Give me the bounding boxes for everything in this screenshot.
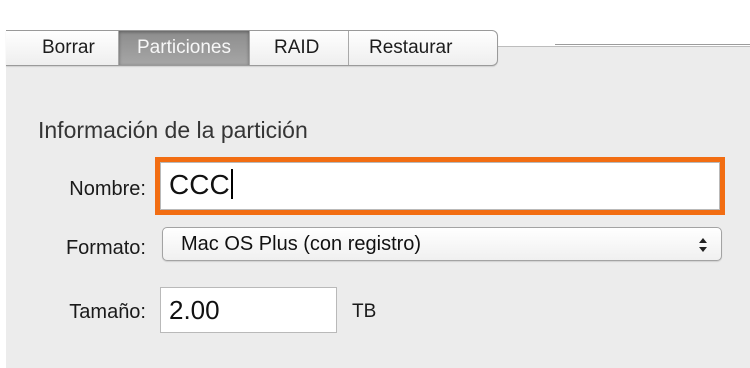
name-value: CCC — [169, 169, 230, 200]
text-caret — [230, 169, 233, 199]
disk-utility-partition-window: Borrar Particiones RAID Restaurar Inform… — [0, 0, 750, 368]
tab-partitions[interactable]: Particiones — [119, 31, 250, 65]
format-selected-value: Mac OS Plus (con registro) — [181, 233, 422, 255]
name-field[interactable]: CCC — [160, 162, 720, 210]
tab-erase[interactable]: Borrar — [6, 31, 119, 65]
tab-bar-rule — [555, 44, 750, 45]
tab-bar: Borrar Particiones RAID Restaurar — [6, 30, 498, 66]
size-label: Tamaño: — [69, 301, 146, 323]
size-unit: TB — [352, 301, 377, 322]
updown-arrows-icon — [699, 238, 707, 252]
tab-raid[interactable]: RAID — [250, 31, 349, 65]
size-field[interactable]: 2.00 — [160, 287, 337, 333]
format-dropdown[interactable]: Mac OS Plus (con registro) — [162, 227, 722, 261]
partition-info-title: Información de la partición — [38, 117, 308, 143]
name-label: Nombre: — [69, 178, 146, 200]
format-label: Formato: — [65, 237, 146, 259]
tab-restore[interactable]: Restaurar — [349, 31, 497, 65]
